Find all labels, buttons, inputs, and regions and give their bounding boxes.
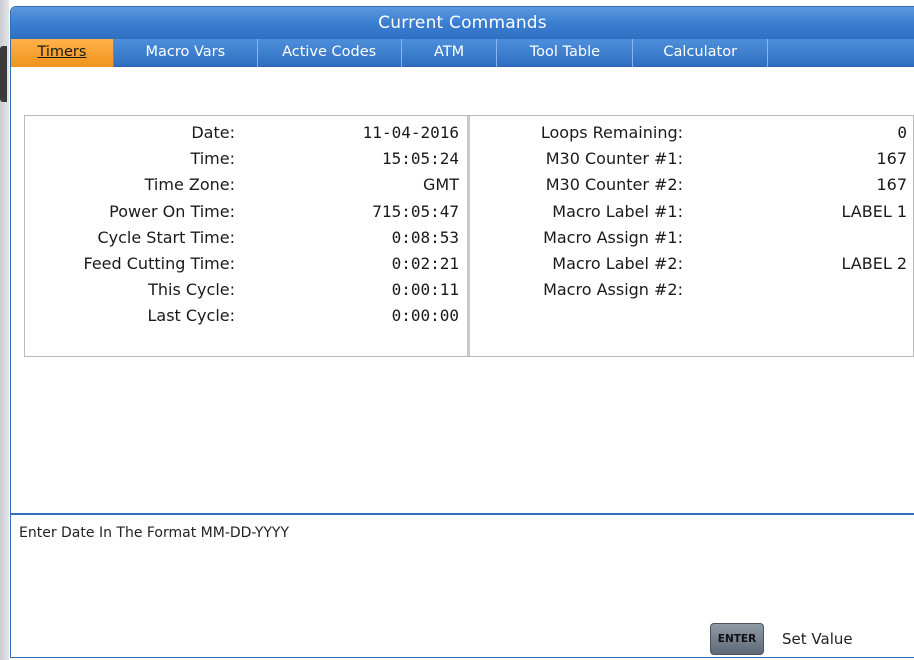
current-commands-window: Current Commands Timers Macro Vars Activ… xyxy=(10,6,914,658)
tab-blank[interactable] xyxy=(768,39,914,67)
help-message: Enter Date In The Format MM-DD-YYYY xyxy=(19,525,290,541)
tab-macro-vars[interactable]: Macro Vars xyxy=(114,39,258,67)
timer-row-this-cycle: This Cycle: 0:00:11 xyxy=(25,277,467,303)
timers-panel: Date: 11-04-2016 Time: 15:05:24 Time Zon… xyxy=(24,115,914,357)
timer-value: 0:08:53 xyxy=(391,227,459,247)
counters-column: Loops Remaining: 0 M30 Counter #1: 167 M… xyxy=(470,116,913,356)
counter-row-macro-assign-1[interactable]: Macro Assign #1: xyxy=(470,225,913,251)
left-edge-handle xyxy=(0,46,7,102)
timer-value: GMT xyxy=(423,175,459,195)
counter-row-macro-assign-2[interactable]: Macro Assign #2: xyxy=(470,277,913,303)
timer-row-last-cycle: Last Cycle: 0:00:00 xyxy=(25,303,467,329)
tab-bar: Timers Macro Vars Active Codes ATM Tool … xyxy=(11,39,914,67)
tab-atm[interactable]: ATM xyxy=(402,39,498,67)
timer-row-power-on: Power On Time: 715:05:47 xyxy=(25,199,467,225)
timer-row-date[interactable]: Date: 11-04-2016 xyxy=(25,120,467,146)
timer-value: 15:05:24 xyxy=(381,149,459,169)
timer-label: Power On Time: xyxy=(109,201,235,221)
window-title: Current Commands xyxy=(11,7,914,39)
counter-row-macro-label-1[interactable]: Macro Label #1: LABEL 1 xyxy=(470,199,913,225)
enter-action-label: Set Value xyxy=(782,630,853,648)
timer-label: Time: xyxy=(190,149,235,169)
counter-value: LABEL 1 xyxy=(841,201,908,221)
timer-value: 0:02:21 xyxy=(391,253,459,273)
counter-label: Macro Label #2: xyxy=(552,253,683,273)
timer-row-feed-cutting: Feed Cutting Time: 0:02:21 xyxy=(25,251,467,277)
timer-label: Feed Cutting Time: xyxy=(83,253,236,273)
timer-label: Cycle Start Time: xyxy=(97,227,235,247)
timer-row-cycle-start: Cycle Start Time: 0:08:53 xyxy=(25,225,467,251)
counter-label: M30 Counter #1: xyxy=(545,149,683,169)
tab-calculator[interactable]: Calculator xyxy=(633,39,769,67)
counter-value: 167 xyxy=(876,149,907,169)
counter-label: M30 Counter #2: xyxy=(545,175,683,195)
timer-row-time-zone[interactable]: Time Zone: GMT xyxy=(25,172,467,198)
counter-label: Macro Assign #2: xyxy=(543,280,683,300)
tab-tool-table[interactable]: Tool Table xyxy=(497,39,634,67)
timer-label: Time Zone: xyxy=(144,175,235,195)
counter-row-macro-label-2[interactable]: Macro Label #2: LABEL 2 xyxy=(470,251,913,277)
timer-value: 11-04-2016 xyxy=(362,123,459,142)
timer-value: 715:05:47 xyxy=(372,201,459,221)
tab-active-codes[interactable]: Active Codes xyxy=(258,39,402,67)
enter-key-icon[interactable]: ENTER xyxy=(710,623,764,655)
timer-label: This Cycle: xyxy=(148,280,235,300)
counter-row-m30-2[interactable]: M30 Counter #2: 167 xyxy=(470,172,913,198)
counter-value: 0 xyxy=(897,123,907,142)
help-divider xyxy=(11,513,914,515)
timer-row-time[interactable]: Time: 15:05:24 xyxy=(25,146,467,172)
timer-value: 0:00:00 xyxy=(391,306,459,326)
counter-label: Loops Remaining: xyxy=(540,123,683,142)
counter-label: Macro Label #1: xyxy=(552,201,683,221)
timer-value: 0:00:11 xyxy=(391,280,459,300)
tab-timers[interactable]: Timers xyxy=(11,39,114,67)
counter-row-loops-remaining[interactable]: Loops Remaining: 0 xyxy=(470,120,913,146)
timer-label: Date: xyxy=(191,123,235,142)
counter-value: LABEL 2 xyxy=(841,253,908,273)
tab-content: Date: 11-04-2016 Time: 15:05:24 Time Zon… xyxy=(11,67,914,657)
timers-column: Date: 11-04-2016 Time: 15:05:24 Time Zon… xyxy=(25,116,470,356)
timer-label: Last Cycle: xyxy=(147,306,235,326)
counter-label: Macro Assign #1: xyxy=(543,227,683,247)
counter-value: 167 xyxy=(876,175,907,195)
counter-row-m30-1[interactable]: M30 Counter #1: 167 xyxy=(470,146,913,172)
